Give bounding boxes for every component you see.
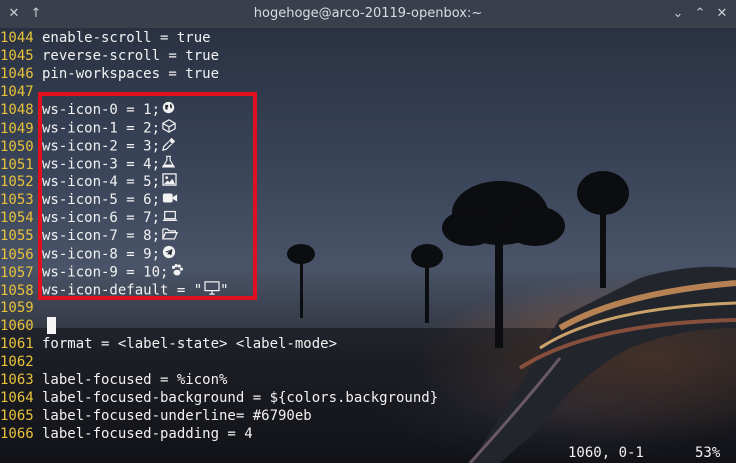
line-number: 1060 [0, 318, 34, 334]
line-number: 1057 [0, 264, 34, 281]
window-close-icon[interactable]: ✕ [712, 4, 732, 24]
editor-line[interactable]: 1056 ws-icon-8 = 9; [0, 245, 438, 263]
editor-line[interactable]: 1063 label-focused = %icon% [0, 371, 438, 389]
editor-line[interactable]: 1061 format = <label-state> <label-mode> [0, 335, 438, 353]
minimize-icon[interactable]: ⌄ [668, 4, 688, 24]
editor-line[interactable]: 1065 label-focused-underline= #6790eb [0, 407, 438, 425]
window-title: hogehoge@arco-20119-openbox:~ [253, 6, 483, 21]
line-number: 1056 [0, 246, 34, 263]
line-number: 1063 [0, 372, 34, 388]
line-number: 1049 [0, 120, 34, 137]
line-text: ws-icon-5 = 6; [42, 192, 161, 208]
line-number: 1053 [0, 192, 34, 208]
line-text: label-focused = %icon% [42, 372, 228, 388]
line-text: label-focused-padding = 4 [42, 426, 253, 442]
line-text: ws-icon-0 = 1; [42, 102, 161, 118]
line-text: ws-icon-6 = 7; [42, 210, 161, 226]
line-text: ws-icon-7 = 8; [42, 228, 161, 244]
line-text: ws-icon-8 = 9; [42, 246, 161, 263]
line-number: 1051 [0, 156, 34, 173]
line-number: 1058 [0, 282, 34, 299]
line-number: 1065 [0, 408, 34, 424]
line-text: enable-scroll = true [42, 30, 211, 46]
cube-icon [162, 119, 176, 138]
editor-line[interactable]: 1054 ws-icon-6 = 7; [0, 209, 438, 227]
editor-line[interactable]: 1057 ws-icon-9 = 10; [0, 263, 438, 281]
line-text: ws-icon-4 = 5; [42, 174, 161, 190]
editor-line[interactable]: 1062 [0, 353, 438, 371]
editor-line[interactable]: 1044 enable-scroll = true [0, 29, 438, 47]
line-text: label-focused-background = ${colors.back… [42, 390, 439, 406]
editor-line[interactable]: 1047 [0, 83, 438, 101]
editor-line[interactable]: 1058 ws-icon-default = " " [0, 281, 438, 299]
desktop-icon [204, 281, 220, 300]
line-number: 1061 [0, 336, 34, 352]
editor-line[interactable]: 1052 ws-icon-4 = 5; [0, 173, 438, 191]
editor-lines[interactable]: 1044 enable-scroll = true 1045 reverse-scro… [0, 29, 438, 443]
line-number: 1066 [0, 426, 34, 442]
editor-line[interactable]: 1064 label-focused-background = ${colors.… [0, 389, 438, 407]
scroll-percent: 53% [695, 445, 721, 461]
image-icon [162, 173, 177, 191]
editor-line[interactable]: 1045 reverse-scroll = true [0, 47, 438, 65]
line-text: pin-workspaces = true [42, 66, 220, 82]
terminal-area[interactable]: 1044 enable-scroll = true 1045 reverse-scro… [0, 28, 736, 463]
laptop-icon [162, 209, 178, 227]
line-text: ws-icon-1 = 2; [42, 120, 161, 137]
editor-line[interactable]: 1046 pin-workspaces = true [0, 65, 438, 83]
line-text: reverse-scroll = true [42, 48, 220, 64]
window-titlebar: ✕ ↑ hogehoge@arco-20119-openbox:~ ⌄ ⌃ ✕ [0, 0, 736, 28]
globe-icon [162, 101, 175, 119]
editor-line[interactable]: 1048 ws-icon-0 = 1; [0, 101, 438, 119]
line-number: 1064 [0, 390, 34, 406]
editor-line[interactable]: 1050 ws-icon-2 = 3; [0, 137, 438, 155]
editor-line[interactable]: 1060 [0, 317, 438, 335]
editor-line[interactable]: 1055 ws-icon-7 = 8; [0, 227, 438, 245]
line-number: 1054 [0, 210, 34, 226]
eyedropper-icon [162, 137, 176, 156]
flask-icon [161, 155, 176, 174]
line-number: 1045 [0, 48, 34, 64]
line-number: 1050 [0, 138, 34, 155]
video-camera-icon [162, 191, 178, 209]
line-text: ws-icon-2 = 3; [42, 138, 161, 155]
line-text: format = <label-state> <label-mode> [42, 336, 338, 352]
line-text: ws-icon-9 = 10; [42, 264, 169, 281]
editor-line[interactable]: 1059 [0, 299, 438, 317]
folder-open-icon [162, 227, 179, 245]
line-text: label-focused-underline= #6790eb [42, 408, 312, 424]
paw-icon [170, 263, 184, 282]
line-text: ws-icon-3 = 4; [42, 156, 161, 173]
editor-line[interactable]: 1066 label-focused-padding = 4 [0, 425, 438, 443]
line-number: 1062 [0, 354, 34, 370]
telegram-icon [162, 245, 176, 264]
cursor-position: 1060, 0-1 [568, 445, 644, 461]
line-number: 1047 [0, 84, 34, 100]
editor-line[interactable]: 1051 ws-icon-3 = 4; [0, 155, 438, 173]
line-number: 1059 [0, 300, 34, 316]
line-number: 1046 [0, 66, 34, 82]
line-suffix: " [220, 282, 229, 299]
text-cursor [47, 317, 56, 334]
maximize-icon[interactable]: ⌃ [690, 4, 710, 24]
editor-line[interactable]: 1053 ws-icon-5 = 6; [0, 191, 438, 209]
line-number: 1052 [0, 174, 34, 190]
line-number: 1044 [0, 30, 34, 46]
line-number: 1055 [0, 228, 34, 244]
line-number: 1048 [0, 102, 34, 118]
editor-line[interactable]: 1049 ws-icon-1 = 2; [0, 119, 438, 137]
line-text: ws-icon-default = " [42, 282, 203, 299]
